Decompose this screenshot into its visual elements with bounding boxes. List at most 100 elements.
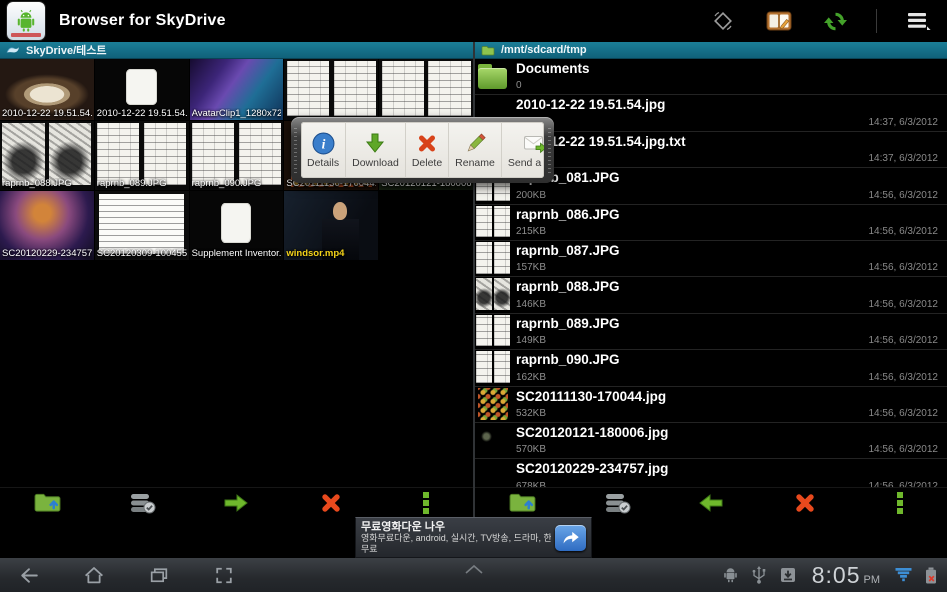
upload-folder-button[interactable] [499, 489, 545, 517]
home-button[interactable] [81, 563, 107, 587]
send-link-button[interactable]: Send a Link [501, 122, 544, 178]
rename-button[interactable]: Rename [448, 122, 501, 178]
download-label: Download [352, 157, 399, 169]
grid-item-label: 2010-12-22 19.51.54... [2, 108, 92, 119]
file-row[interactable]: Documents 0 [475, 59, 947, 95]
grid-item[interactable]: Supplement Inventor... [190, 191, 284, 260]
file-size: 146KB [516, 299, 546, 310]
grid-item[interactable]: raprnb_090.JPG [190, 121, 284, 190]
manga-thumbnail [284, 59, 378, 120]
file-thumbnail [475, 314, 511, 349]
file-row[interactable]: SC20111130-170044.jpg 532KB 14:56, 6/3/2… [475, 387, 947, 423]
grid-item-label: SC20120229-234757... [2, 248, 92, 259]
file-size: 215KB [516, 226, 546, 237]
nav-buttons [16, 563, 237, 587]
file-name: 2010-12-22 19.51.54.jpg [516, 97, 943, 112]
grid-item[interactable] [284, 59, 378, 120]
expand-tray-chevron[interactable] [461, 562, 487, 580]
sdcard-toolbar [475, 487, 947, 517]
multi-select-button[interactable] [119, 489, 165, 517]
send-link-icon [523, 132, 544, 155]
delete-label: Delete [412, 157, 442, 169]
clock-meridiem: PM [864, 574, 881, 586]
grid-item[interactable]: SC20120309-100455... [95, 191, 189, 260]
file-row[interactable]: SC20120121-180006.jpg 570KB 14:56, 6/3/2… [475, 423, 947, 459]
details-button[interactable]: i Details [301, 122, 345, 178]
file-size: 200KB [516, 190, 546, 201]
grid-item[interactable]: raprnb_089.JPG [95, 121, 189, 190]
grid-item[interactable] [379, 59, 473, 120]
file-name: raprnb_090.JPG [516, 352, 943, 367]
sdcard-pane-header[interactable]: /mnt/sdcard/tmp [475, 42, 947, 59]
file-date: 14:56, 6/3/2012 [868, 335, 938, 346]
sdcard-pane: /mnt/sdcard/tmp Documents 0 2010-12-22 1… [475, 42, 947, 517]
download-manager-icon [779, 566, 797, 584]
user-guide-icon[interactable] [764, 7, 794, 35]
file-thumbnail [475, 459, 511, 487]
back-button[interactable] [16, 563, 42, 587]
recent-apps-button[interactable] [146, 563, 172, 587]
file-row[interactable]: raprnb_087.JPG 157KB 14:56, 6/3/2012 [475, 241, 947, 277]
file-date: 14:37, 6/3/2012 [868, 117, 938, 128]
delete-button[interactable]: Delete [405, 122, 448, 178]
file-row[interactable]: raprnb_090.JPG 162KB 14:56, 6/3/2012 [475, 350, 947, 386]
ad-share-button[interactable] [555, 525, 586, 551]
file-name: Documents [516, 61, 943, 76]
file-name: raprnb_081.JPG [516, 170, 943, 185]
share-arrow-icon [561, 530, 580, 545]
upload-folder-button[interactable] [24, 489, 70, 517]
file-thumbnail [475, 350, 511, 385]
grid-item[interactable]: windsor.mp4 [284, 191, 378, 260]
usb-status-icon [752, 566, 766, 584]
skydrive-pane: SkyDrive/테스트 2010-12-22 19.51.54... 2010-… [0, 42, 473, 517]
info-icon: i [312, 132, 335, 155]
grid-item-label: Supplement Inventor... [192, 248, 282, 259]
file-thumbnail [475, 423, 511, 458]
file-date: 14:56, 6/3/2012 [868, 299, 938, 310]
move-left-button[interactable] [688, 489, 734, 517]
grid-item[interactable]: 2010-12-22 19.51.54... [95, 59, 189, 120]
details-label: Details [307, 157, 339, 169]
grid-item[interactable]: raprnb_088.JPG [0, 121, 94, 190]
file-thumbnail [475, 205, 511, 240]
move-right-button[interactable] [213, 489, 259, 517]
clock-time: 8:05 [812, 562, 861, 589]
close-button[interactable] [782, 489, 828, 517]
file-name: raprnb_086.JPG [516, 207, 943, 222]
ad-line-1: 영화무료다운, android, 실시간, TV방송, 드라마, 한달 [361, 533, 551, 544]
close-button[interactable] [308, 489, 354, 517]
file-thumbnail [475, 387, 511, 422]
file-name: SC20111130-170044.jpg [516, 389, 943, 404]
grid-item[interactable]: SC20120229-234757... [0, 191, 94, 260]
file-size: 149KB [516, 335, 546, 346]
screenshot-button[interactable] [211, 563, 237, 587]
grid-item[interactable]: 2010-12-22 19.51.54... [0, 59, 94, 120]
clock[interactable]: 8:05 PM [812, 562, 880, 589]
file-row[interactable]: raprnb_089.JPG 149KB 14:56, 6/3/2012 [475, 314, 947, 350]
grid-item[interactable]: AvatarClip1_1280x72... [190, 59, 284, 120]
download-button[interactable]: Download [345, 122, 405, 178]
refresh-icon[interactable] [820, 7, 850, 35]
rotate-lock-icon[interactable] [708, 7, 738, 35]
multi-select-button[interactable] [594, 489, 640, 517]
file-row[interactable]: SC20120229-234757.jpg 678KB 14:56, 6/3/2… [475, 459, 947, 487]
file-size: 162KB [516, 372, 546, 383]
ad-banner[interactable]: 무료영화다운 나우 영화무료다운, android, 실시간, TV방송, 드라… [355, 517, 592, 558]
file-date: 14:56, 6/3/2012 [868, 262, 938, 273]
file-size: 157KB [516, 262, 546, 273]
file-size: 532KB [516, 408, 546, 419]
more-options-button[interactable] [403, 489, 449, 517]
skydrive-cloud-icon [6, 45, 20, 55]
grid-item-label: raprnb_089.JPG [97, 178, 187, 189]
file-size: 0 [516, 80, 522, 91]
status-icons[interactable]: 8:05 PM [722, 562, 937, 589]
file-row[interactable]: raprnb_088.JPG 146KB 14:56, 6/3/2012 [475, 277, 947, 313]
file-row[interactable]: raprnb_086.JPG 215KB 14:56, 6/3/2012 [475, 205, 947, 241]
overflow-menu-icon[interactable] [903, 7, 933, 35]
battery-error-icon [925, 567, 937, 584]
ad-text: 무료영화다운 나우 영화무료다운, android, 실시간, TV방송, 드라… [361, 521, 551, 554]
more-options-button[interactable] [877, 489, 923, 517]
file-date: 14:56, 6/3/2012 [868, 444, 938, 455]
skydrive-pane-header[interactable]: SkyDrive/테스트 [0, 42, 473, 59]
grid-item-label: 2010-12-22 19.51.54... [97, 108, 187, 119]
